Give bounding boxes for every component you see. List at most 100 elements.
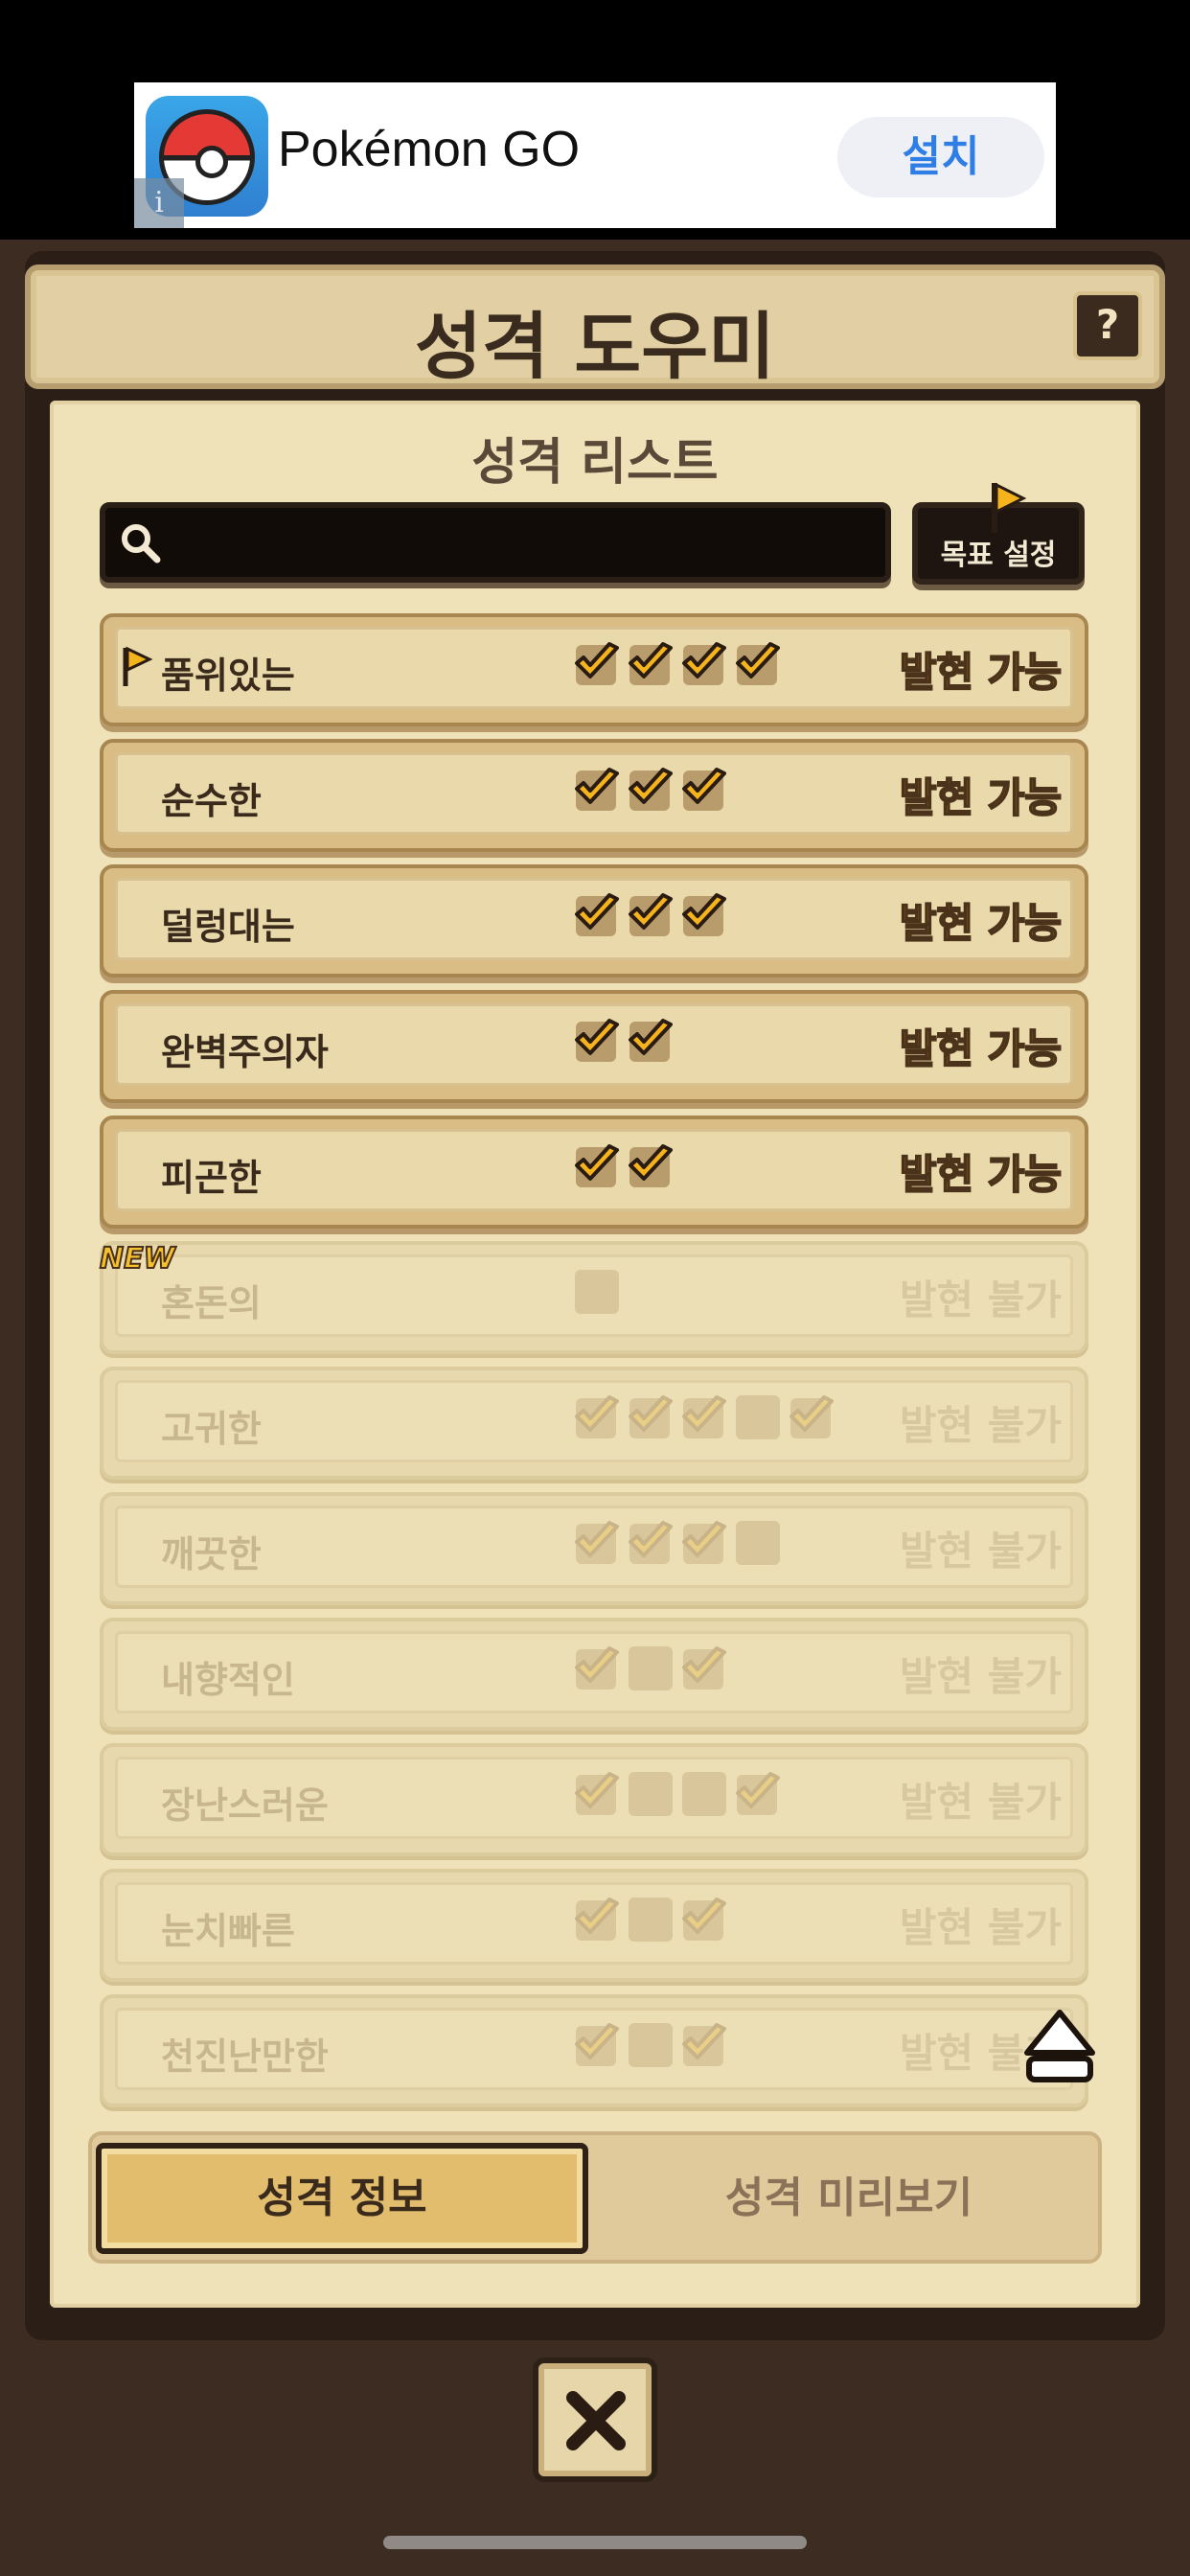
list-item[interactable]: 장난스러운 발현 불가 [100,1743,1088,1856]
close-button[interactable] [533,2358,657,2482]
personality-name: 장난스러운 [161,1784,329,1827]
condition-checks [573,891,728,939]
home-indicator [383,2536,807,2549]
status-label: 발현 불가 [899,1402,1062,1449]
check-icon [573,2021,621,2069]
check-icon [627,1142,675,1190]
check-icon [627,891,675,939]
tab-bar: 성격 정보 성격 미리보기 [88,2131,1102,2264]
status-label: 발현 불가 [899,1653,1062,1700]
tab-personality-preview[interactable]: 성격 미리보기 [600,2143,1098,2254]
empty-slot [575,1270,619,1314]
check-icon [788,1393,835,1441]
status-label: 발현 불가 [899,1276,1062,1323]
tab-personality-info[interactable]: 성격 정보 [96,2143,588,2254]
list-item[interactable]: 순수한 발현 가능 [100,739,1088,852]
check-icon [627,766,675,814]
check-icon [573,1017,621,1065]
check-icon [573,1896,621,1944]
status-label: 발현 가능 [899,648,1063,697]
condition-checks [573,766,728,814]
check-icon [680,1393,728,1441]
check-icon [573,891,621,939]
check-icon [680,2021,728,2069]
condition-checks [573,1268,621,1316]
check-icon [627,1393,675,1441]
personality-name: 눈치빠른 [161,1910,295,1952]
list-item[interactable]: 혼돈의 발현 불가 [100,1241,1088,1354]
personality-name: 혼돈의 [161,1282,262,1324]
status-label: 발현 가능 [899,773,1063,822]
header-bar: 성격 도우미 ? [25,264,1165,389]
condition-checks [573,1644,728,1692]
check-icon [573,766,621,814]
check-icon [680,640,728,688]
check-icon [573,640,621,688]
empty-slot [629,1646,673,1690]
condition-checks [573,640,782,688]
personality-name: 천진난만한 [161,2036,329,2078]
empty-slot [629,1772,673,1816]
check-icon [573,1770,621,1818]
condition-checks [573,1142,675,1190]
ad-app-name: Pokémon GO [278,122,581,177]
list-item[interactable]: 고귀한 발현 불가 [100,1367,1088,1480]
check-icon [680,1896,728,1944]
new-badge: NEW [99,1241,176,1276]
personality-name: 품위있는 [161,655,295,697]
personality-name: 깨끗한 [161,1533,262,1576]
list-item[interactable]: 덜렁대는 발현 가능 [100,864,1088,978]
status-label: 발현 불가 [899,1904,1062,1951]
empty-slot [736,1395,780,1439]
empty-slot [629,2023,673,2067]
status-label: 발현 불가 [899,1779,1062,1826]
check-icon [680,766,728,814]
list-item[interactable]: 피곤한 발현 가능 [100,1116,1088,1229]
condition-checks [573,1770,782,1818]
install-button[interactable]: 설치 [837,117,1044,197]
status-label: 발현 가능 [899,1150,1063,1199]
list-item[interactable]: 내향적인 발현 불가 [100,1618,1088,1731]
personality-name: 완벽주의자 [161,1031,329,1073]
condition-checks [573,1393,835,1441]
status-label: 발현 불가 [899,1528,1062,1575]
check-icon [573,1519,621,1567]
empty-slot [736,1521,780,1565]
check-icon [573,1644,621,1692]
check-icon [680,1519,728,1567]
check-icon [680,891,728,939]
list-item[interactable]: 천진난만한 발현 불가 [100,1994,1088,2107]
check-icon [627,1017,675,1065]
list-item[interactable]: 깨끗한 발현 불가 [100,1492,1088,1605]
personality-name: 고귀한 [161,1408,262,1450]
check-icon [573,1142,621,1190]
scroll-to-top-icon[interactable] [1023,2009,1096,2087]
ad-banner[interactable]: i Pokémon GO 설치 [134,82,1056,228]
personality-name: 순수한 [161,780,262,822]
check-icon [627,640,675,688]
close-icon [566,2391,626,2450]
goal-setting-button[interactable]: 목표 설정 [912,482,1085,585]
condition-checks [573,1519,782,1567]
list-item[interactable]: 품위있는 발현 가능 [100,613,1088,726]
condition-checks [573,1896,728,1944]
check-icon [573,1393,621,1441]
list-item[interactable]: 완벽주의자 발현 가능 [100,990,1088,1103]
search-icon [122,524,161,564]
empty-slot [629,1898,673,1942]
goal-setting-label: 목표 설정 [940,539,1057,572]
condition-checks [573,1017,675,1065]
empty-slot [682,1772,726,1816]
condition-checks [573,2021,728,2069]
check-icon [734,640,782,688]
check-icon [680,1644,728,1692]
search-input[interactable] [100,502,891,583]
info-icon[interactable]: i [134,178,184,228]
help-button[interactable]: ? [1073,291,1142,360]
status-label: 발현 가능 [899,1024,1063,1073]
personality-name: 내향적인 [161,1659,295,1701]
check-icon [627,1519,675,1567]
list-item[interactable]: 눈치빠른 발현 불가 [100,1869,1088,1982]
status-label: 발현 가능 [899,899,1063,948]
personality-name: 피곤한 [161,1157,262,1199]
